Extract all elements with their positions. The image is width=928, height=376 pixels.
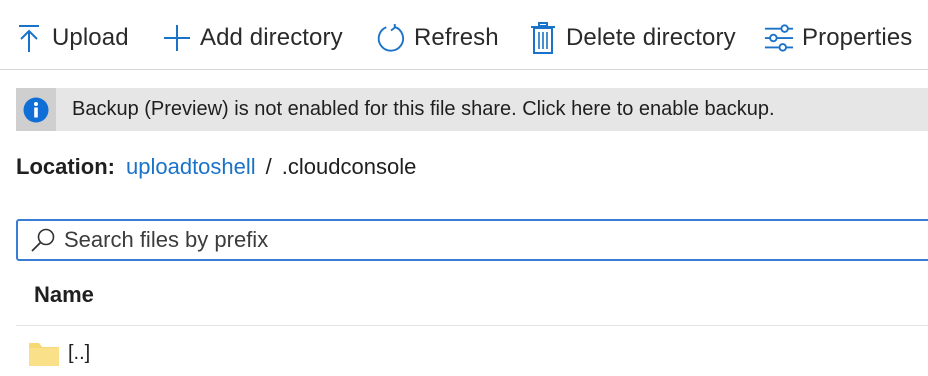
breadcrumb-separator: / <box>265 154 272 179</box>
search-icon <box>28 225 58 255</box>
upload-label: Upload <box>52 24 129 51</box>
location-label: Location: <box>16 154 115 179</box>
header-divider <box>16 325 928 326</box>
command-bar: Upload Add directory Refresh Delete dire… <box>0 0 928 70</box>
backup-info-banner[interactable]: Backup (Preview) is not enabled for this… <box>16 88 928 131</box>
delete-directory-label: Delete directory <box>566 24 736 51</box>
trash-icon <box>528 21 558 55</box>
refresh-button[interactable]: Refresh <box>376 18 499 58</box>
refresh-icon <box>376 21 406 55</box>
search-box[interactable] <box>16 219 928 261</box>
info-icon <box>16 88 56 131</box>
banner-text: Backup (Preview) is not enabled for this… <box>72 98 775 120</box>
upload-icon <box>14 21 44 55</box>
refresh-label: Refresh <box>414 24 499 51</box>
file-name: [..] <box>68 341 91 364</box>
table-row[interactable]: [..] <box>16 330 928 376</box>
search-input[interactable] <box>64 227 884 253</box>
breadcrumb-current: .cloudconsole <box>281 154 417 179</box>
column-header-name[interactable]: Name <box>34 278 94 312</box>
plus-icon <box>162 21 192 55</box>
add-directory-button[interactable]: Add directory <box>162 18 343 58</box>
add-directory-label: Add directory <box>200 24 343 51</box>
toolbar-divider <box>0 69 928 70</box>
folder-icon <box>28 338 60 368</box>
properties-button[interactable]: Properties <box>764 18 912 58</box>
upload-button[interactable]: Upload <box>14 18 129 58</box>
properties-label: Properties <box>802 24 913 51</box>
breadcrumb: Location: uploadtoshell / .cloudconsole <box>16 150 416 184</box>
breadcrumb-share-link[interactable]: uploadtoshell <box>126 154 256 180</box>
delete-directory-button[interactable]: Delete directory <box>528 18 736 58</box>
sliders-icon <box>764 21 794 55</box>
